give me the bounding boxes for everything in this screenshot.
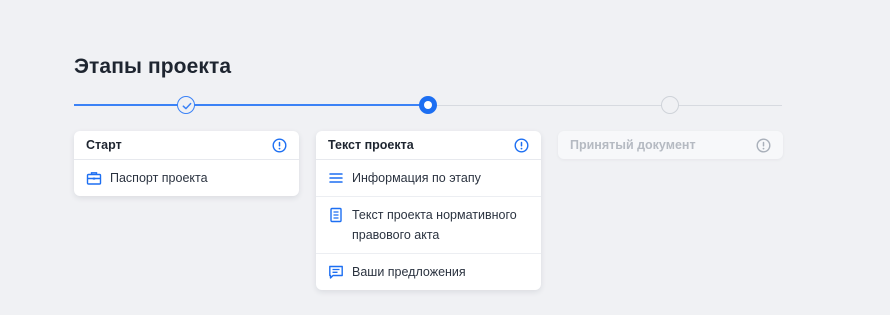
briefcase-icon	[86, 172, 102, 185]
stage-node-accepted[interactable]	[661, 96, 679, 114]
stage-node-start[interactable]	[177, 96, 195, 114]
stage-card-title: Принятый документ	[570, 138, 696, 152]
stage-card-title: Старт	[86, 138, 122, 152]
stage-card-header: Текст проекта	[316, 131, 541, 160]
stage-item-info[interactable]: Информация по этапу	[316, 160, 541, 197]
stage-node-text[interactable]	[419, 96, 437, 114]
info-icon[interactable]	[514, 138, 529, 153]
stage-item-label: Информация по этапу	[352, 171, 481, 185]
info-icon[interactable]	[756, 138, 771, 153]
info-icon[interactable]	[272, 138, 287, 153]
document-icon	[330, 207, 342, 223]
stage-item-label: Ваши предложения	[352, 265, 466, 279]
progress-line-remaining	[428, 105, 782, 106]
stage-item-proposals[interactable]: Ваши предложения	[316, 254, 541, 290]
stage-card-start: Старт Паспорт проекта	[74, 131, 299, 196]
check-icon	[182, 102, 192, 110]
progress-line-completed	[74, 104, 428, 106]
stage-card-text: Текст проекта Информация по этапу Текст …	[316, 131, 541, 290]
stage-item-label: Паспорт проекта	[110, 171, 208, 185]
stage-card-accepted: Принятый документ	[558, 131, 783, 159]
comment-icon	[329, 265, 343, 279]
list-lines-icon	[329, 173, 343, 183]
stage-card-title: Текст проекта	[328, 138, 414, 152]
page-title: Этапы проекта	[74, 55, 232, 78]
stage-card-header: Старт	[74, 131, 299, 160]
stage-card-header: Принятый документ	[558, 131, 783, 159]
stage-item-label: Текст проекта нормативного правового акт…	[352, 208, 517, 242]
stage-item-text-document[interactable]: Текст проекта нормативного правового акт…	[316, 197, 541, 254]
stage-progress-track	[74, 95, 782, 115]
stage-item-passport[interactable]: Паспорт проекта	[74, 160, 299, 196]
